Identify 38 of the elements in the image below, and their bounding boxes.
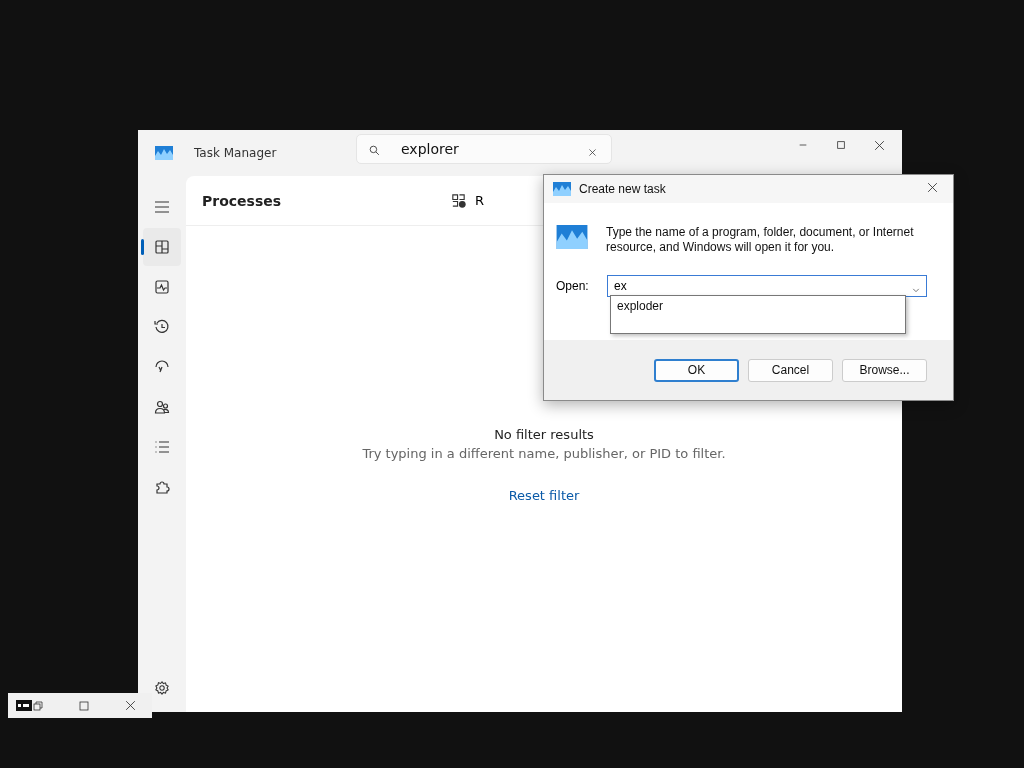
menu-icon bbox=[153, 198, 171, 216]
maximize-icon bbox=[78, 699, 90, 712]
dialog-title: Create new task bbox=[579, 182, 666, 196]
console-window[interactable] bbox=[8, 693, 152, 718]
suggestion-item[interactable]: exploder bbox=[611, 296, 905, 316]
page-title: Processes bbox=[202, 192, 283, 209]
app-logo-icon bbox=[556, 225, 588, 249]
maximize-icon bbox=[835, 138, 847, 151]
list-icon bbox=[153, 438, 171, 456]
close-icon bbox=[873, 138, 886, 152]
reset-filter-link[interactable]: Reset filter bbox=[508, 488, 580, 503]
empty-title: No filter results bbox=[494, 427, 594, 442]
restore-icon bbox=[32, 699, 44, 712]
search-field[interactable]: explorer bbox=[356, 134, 612, 164]
console-icon bbox=[16, 700, 32, 711]
open-label: Open: bbox=[556, 279, 590, 293]
pulse-chart-icon bbox=[153, 278, 171, 296]
app-logo-icon bbox=[155, 146, 173, 160]
run-task-button[interactable]: R bbox=[450, 192, 485, 209]
empty-hint: Try typing in a different name, publisher, or PID to filter. bbox=[362, 446, 726, 461]
dialog-button[interactable]: Browse... bbox=[842, 358, 927, 382]
search-icon bbox=[368, 144, 381, 157]
window-title: Task Manager bbox=[194, 146, 278, 160]
nav-item[interactable] bbox=[143, 228, 181, 266]
close-icon bbox=[926, 181, 939, 194]
users-icon bbox=[153, 398, 171, 416]
close-icon bbox=[587, 147, 598, 158]
settings-icon bbox=[154, 680, 170, 696]
grid-icon bbox=[153, 238, 171, 256]
close-icon bbox=[124, 699, 137, 712]
add-window-icon bbox=[450, 192, 467, 209]
dialog-button[interactable]: OK bbox=[654, 358, 739, 382]
open-combo-field[interactable]: ex bbox=[607, 275, 927, 297]
dialog-message: Type the name of a program, folder, document, or Internet resource, and Windows will open it for you. bbox=[606, 225, 915, 255]
dialog-button[interactable]: Cancel bbox=[748, 358, 833, 382]
app-logo-icon bbox=[553, 182, 571, 196]
puzzle-icon bbox=[153, 478, 171, 496]
history-icon bbox=[153, 318, 171, 336]
